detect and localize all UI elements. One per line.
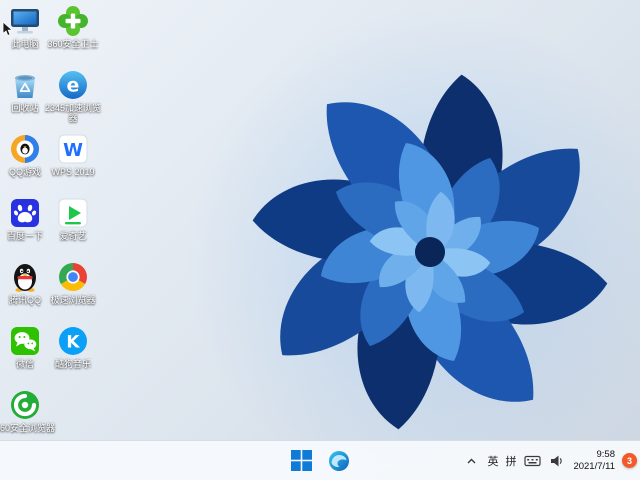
- clock-time: 9:58: [596, 448, 616, 460]
- wechat-icon: [8, 324, 42, 358]
- desktop-icon-wechat[interactable]: 微信: [2, 324, 48, 384]
- 360-browser-icon: [8, 388, 42, 422]
- chevron-up-icon: [467, 458, 476, 463]
- speaker-icon: [551, 455, 563, 466]
- ime-mode-indicator[interactable]: 拼: [505, 453, 516, 469]
- taskbar-center-icons: [284, 441, 356, 480]
- windows-start-icon: [290, 450, 312, 471]
- desktop-icon-label: 2345加速浏览器: [44, 103, 102, 124]
- edge-taskbar-button[interactable]: [322, 444, 356, 478]
- system-tray: 英 拼 9:58 2021/7/11 3: [462, 441, 637, 480]
- chrome-like-icon: [56, 260, 90, 294]
- svg-text:K: K: [66, 333, 80, 353]
- desktop-icon-baidu[interactable]: 百度一下: [2, 196, 48, 256]
- ime-language-indicator[interactable]: 英: [487, 453, 498, 469]
- taskbar-clock[interactable]: 9:58 2021/7/11: [573, 449, 615, 473]
- 2345-browser-icon: e: [56, 68, 90, 102]
- svg-text:W: W: [63, 140, 83, 161]
- desktop-icon-column-2: 360安全卫士 e 2345加速浏览器 W WPS 2019 爱奇艺 极速浏览器…: [45, 4, 101, 388]
- taskbar: 英 拼 9:58 2021/7/11 3: [0, 440, 640, 480]
- iqiyi-icon: [56, 196, 90, 230]
- kugou-icon: K: [56, 324, 90, 358]
- baidu-icon: [8, 196, 42, 230]
- clock-date: 2021/7/11: [573, 460, 615, 472]
- desktop-icon-wps[interactable]: W WPS 2019: [50, 132, 96, 192]
- this-pc-icon: [8, 4, 42, 38]
- wps-icon: W: [56, 132, 90, 166]
- touch-keyboard-button[interactable]: [523, 452, 541, 470]
- desktop-icon-iqiyi[interactable]: 爱奇艺: [50, 196, 96, 256]
- desktop-icon-360-browser[interactable]: 360安全浏览器: [0, 388, 55, 448]
- edge-browser-icon: [329, 450, 349, 471]
- svg-text:e: e: [67, 75, 80, 97]
- notification-badge[interactable]: 3: [622, 453, 637, 468]
- desktop-icon-360-safe[interactable]: 360安全卫士: [47, 4, 99, 64]
- touch-keyboard-icon: [524, 455, 541, 466]
- qq-penguin-icon: [8, 260, 42, 294]
- desktop-icon-label: 360安全卫士: [47, 39, 99, 49]
- desktop-icon-speed-browser[interactable]: 极速浏览器: [50, 260, 96, 320]
- desktop-icon-tencent-qq[interactable]: 腾讯QQ: [2, 260, 48, 320]
- desktop-icon-2345-browser[interactable]: e 2345加速浏览器: [45, 68, 101, 128]
- qq-game-icon: [8, 132, 42, 166]
- desktop-icon-label: WPS 2019: [51, 167, 95, 177]
- desktop-icon-qq-game[interactable]: QQ游戏: [2, 132, 48, 192]
- 360-safe-icon: [56, 4, 90, 38]
- desktop-icon-column-1: 此电脑 回收站 QQ游戏 百度一下 腾讯QQ 微信 360安全浏览器: [0, 4, 55, 452]
- desktop-icon-label: 360安全浏览器: [0, 423, 56, 433]
- desktop-icon-this-pc[interactable]: 此电脑: [2, 4, 48, 64]
- tray-overflow-button[interactable]: [462, 452, 480, 470]
- desktop-icon-label: 极速浏览器: [50, 295, 96, 305]
- volume-button[interactable]: [548, 452, 566, 470]
- desktop-icon-label: 爱奇艺: [59, 231, 87, 241]
- recycle-bin-icon: [8, 68, 42, 102]
- desktop-icon-kugou[interactable]: K 酷狗音乐: [50, 324, 96, 384]
- desktop-icon-label: 酷狗音乐: [54, 359, 91, 369]
- start-button[interactable]: [284, 444, 318, 478]
